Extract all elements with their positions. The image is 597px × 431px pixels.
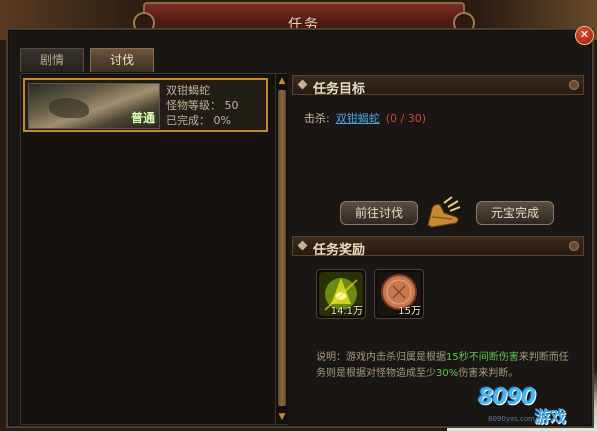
scroll-thumb[interactable] [278, 90, 286, 406]
diamond-icon [297, 240, 308, 251]
reward-slot-copper[interactable]: 15万 [374, 269, 424, 319]
go-hunt-button[interactable]: 前往讨伐 [340, 201, 418, 225]
site-watermark-logo: 8090 游戏 8090yxs.com [478, 385, 588, 429]
quest-window: 剧情 讨伐 普通 双钳蝎蛇 怪物等级： 50 已完成： 0% ▲ ▼ 任务目标 [6, 28, 594, 428]
note-prefix: 说明：游戏内击杀归属是根据 [316, 352, 446, 363]
note-highlight-2: 30% [436, 368, 459, 379]
quest-level: 50 [224, 99, 239, 112]
reward-header: 任务奖励 [292, 236, 584, 258]
thumbnail-scenery [49, 98, 89, 118]
reward-quantity: 14.1万 [330, 306, 363, 317]
reward-quantity: 15万 [398, 306, 421, 317]
kill-label: 击杀: [304, 112, 330, 125]
objective-line: 击杀: 双钳蝎蛇 (0 / 30) [304, 110, 426, 126]
objective-target-link[interactable]: 双钳蝎蛇 [336, 112, 380, 125]
watermark-brand-text: 游戏 [534, 407, 567, 426]
quest-complete-label: 已完成： [166, 114, 210, 127]
note-suffix: 伤害来判断。 [458, 368, 519, 379]
tab-hunt[interactable]: 讨伐 [90, 48, 154, 72]
quest-complete: 0% [213, 114, 231, 127]
header-cap-icon [569, 80, 579, 90]
objective-title: 任务目标 [313, 82, 366, 97]
ingot-complete-button[interactable]: 元宝完成 [476, 201, 554, 225]
quest-list-item[interactable]: 普通 双钳蝎蛇 怪物等级： 50 已完成： 0% [23, 78, 268, 132]
watermark-logo-text: 8090 [478, 385, 536, 410]
quest-level-row: 怪物等级： 50 [166, 98, 239, 113]
tab-story[interactable]: 剧情 [20, 48, 84, 72]
diamond-icon [297, 79, 308, 90]
quest-name: 双钳蝎蛇 [166, 84, 210, 97]
quest-level-label: 怪物等级： [166, 99, 221, 112]
scroll-down-arrow-icon[interactable]: ▼ [277, 412, 287, 422]
quest-detail-panel: 任务目标 击杀: 双钳蝎蛇 (0 / 30) 前往讨伐 元宝完成 任务奖励 14… [292, 73, 586, 425]
close-button[interactable]: ✕ [575, 26, 594, 45]
quest-list-panel: 普通 双钳蝎蛇 怪物等级： 50 已完成： 0% ▲ ▼ [20, 73, 288, 425]
quest-difficulty: 普通 [130, 111, 155, 125]
quest-thumbnail: 普通 [28, 83, 160, 129]
objective-header: 任务目标 [292, 75, 584, 97]
reward-slot-experience[interactable]: 14.1万 [316, 269, 366, 319]
note-highlight-1: 15秒不间断伤害 [446, 352, 519, 363]
quest-list-scrollbar[interactable]: ▲ ▼ [275, 74, 288, 424]
quest-note: 说明：游戏内击杀归属是根据15秒不间断伤害来判断而任务则是根据对怪物造成至少30… [316, 350, 578, 382]
objective-progress: (0 / 30) [385, 112, 426, 125]
scroll-up-arrow-icon[interactable]: ▲ [277, 76, 287, 86]
quest-complete-row: 已完成： 0% [166, 113, 239, 128]
reward-title: 任务奖励 [313, 243, 366, 258]
flying-boot-icon[interactable] [422, 195, 462, 229]
quest-info: 双钳蝎蛇 怪物等级： 50 已完成： 0% [166, 83, 239, 128]
watermark-url: 8090yxs.com [488, 415, 535, 423]
header-cap-icon [569, 241, 579, 251]
